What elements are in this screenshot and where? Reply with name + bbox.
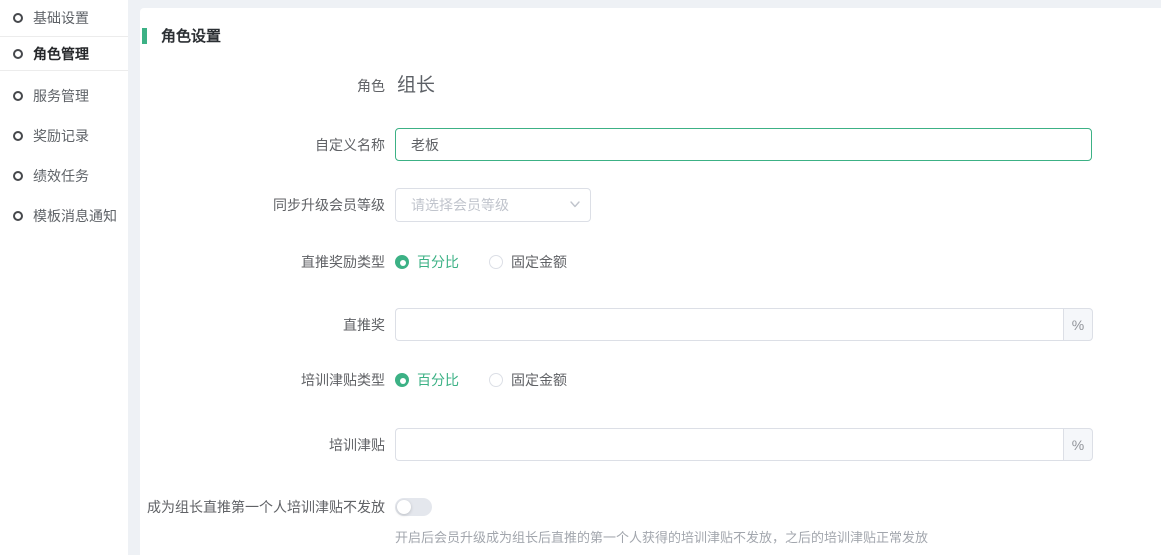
radio-fixed-amount[interactable]: 固定金额 — [489, 252, 567, 272]
radio-unselected-icon — [489, 373, 503, 387]
section-title: 角色设置 — [142, 25, 221, 46]
percent-suffix: % — [1063, 428, 1093, 461]
training-allowance-label: 培训津贴 — [140, 435, 385, 455]
role-settings-panel: 角色设置 角色 组长 自定义名称 同步升级会员等级 直推奖励类型 百分比 — [140, 8, 1161, 555]
toggle-help-text: 开启后会员升级成为组长后直推的第一个人获得的培训津贴不发放，之后的培训津贴正常发… — [395, 527, 928, 546]
direct-reward-type-label: 直推奖励类型 — [140, 252, 385, 272]
direct-reward-label: 直推奖 — [140, 315, 385, 335]
sidebar-item-label: 绩效任务 — [33, 166, 89, 186]
role-value: 组长 — [397, 70, 435, 97]
sidebar-item-template-message-notice[interactable]: 模板消息通知 — [0, 196, 128, 236]
radio-selected-icon — [395, 255, 409, 269]
custom-name-input[interactable] — [395, 128, 1092, 161]
circle-bullet-icon — [13, 211, 23, 221]
custom-name-label: 自定义名称 — [140, 135, 385, 155]
training-allowance-input-group: % — [395, 428, 1093, 461]
direct-reward-type-row: 直推奖励类型 百分比 固定金额 — [140, 253, 567, 271]
radio-fixed-amount[interactable]: 固定金额 — [489, 370, 567, 390]
circle-bullet-icon — [13, 91, 23, 101]
radio-percentage[interactable]: 百分比 — [395, 252, 459, 272]
sidebar-item-reward-records[interactable]: 奖励记录 — [0, 116, 128, 156]
sidebar-item-label: 模板消息通知 — [33, 206, 117, 226]
circle-bullet-icon — [13, 131, 23, 141]
toggle-knob — [397, 500, 411, 514]
sidebar-item-label: 基础设置 — [33, 8, 89, 28]
direct-reward-input-group: % — [395, 308, 1093, 341]
sidebar-item-role-management[interactable]: 角色管理 — [0, 37, 128, 71]
first-person-toggle-row: 成为组长直推第一个人培训津贴不发放 — [140, 498, 432, 516]
sync-level-label: 同步升级会员等级 — [140, 195, 385, 215]
training-allowance-type-row: 培训津贴类型 百分比 固定金额 — [140, 371, 567, 389]
training-allowance-row: 培训津贴 % — [140, 428, 1093, 461]
sidebar: 基础设置 角色管理 服务管理 奖励记录 绩效任务 模板消息通知 — [0, 0, 128, 555]
title-accent-bar — [142, 28, 147, 44]
direct-reward-row: 直推奖 % — [140, 308, 1093, 341]
page-title: 角色设置 — [161, 25, 221, 46]
training-allowance-type-label: 培训津贴类型 — [140, 370, 385, 390]
percent-suffix: % — [1063, 308, 1093, 341]
member-level-select-input[interactable] — [395, 188, 591, 222]
sidebar-item-service-management[interactable]: 服务管理 — [0, 76, 128, 116]
role-row: 角色 组长 — [140, 70, 435, 97]
custom-name-row: 自定义名称 — [140, 128, 1092, 161]
training-allowance-input[interactable] — [395, 428, 1063, 461]
direct-reward-type-radio-group: 百分比 固定金额 — [395, 252, 567, 272]
circle-bullet-icon — [13, 13, 23, 23]
member-level-select[interactable] — [395, 188, 591, 222]
sidebar-item-label: 服务管理 — [33, 86, 89, 106]
radio-selected-icon — [395, 373, 409, 387]
training-allowance-type-radio-group: 百分比 固定金额 — [395, 370, 567, 390]
first-person-toggle-label: 成为组长直推第一个人培训津贴不发放 — [140, 497, 385, 517]
role-label: 角色 — [140, 76, 385, 96]
toggle-help-row: 开启后会员升级成为组长后直推的第一个人获得的培训津贴不发放，之后的培训津贴正常发… — [140, 527, 928, 546]
sidebar-item-label: 奖励记录 — [33, 126, 89, 146]
sidebar-item-basic-settings[interactable]: 基础设置 — [0, 0, 128, 37]
radio-percentage[interactable]: 百分比 — [395, 370, 459, 390]
sync-level-row: 同步升级会员等级 — [140, 188, 591, 222]
sidebar-item-performance-tasks[interactable]: 绩效任务 — [0, 156, 128, 196]
radio-unselected-icon — [489, 255, 503, 269]
first-person-toggle-switch[interactable] — [395, 498, 432, 516]
sidebar-item-label: 角色管理 — [33, 44, 89, 64]
direct-reward-input[interactable] — [395, 308, 1063, 341]
circle-bullet-icon — [13, 49, 23, 59]
circle-bullet-icon — [13, 171, 23, 181]
